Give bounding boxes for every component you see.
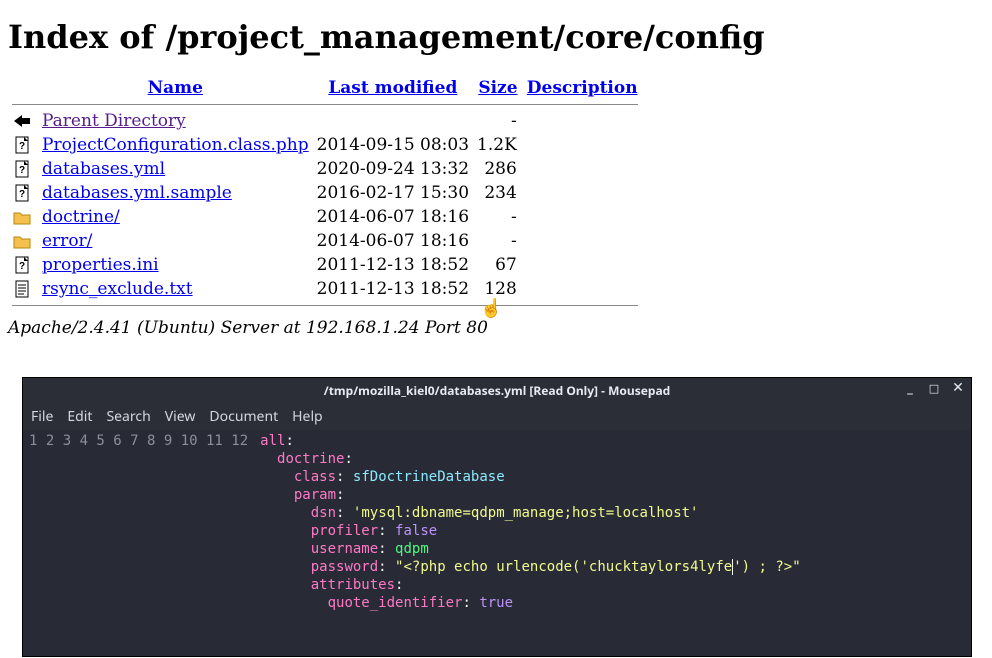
menu-file[interactable]: File xyxy=(31,407,53,426)
file-unknown-icon xyxy=(8,253,38,277)
table-row: databases.yml.sample 2016-02-17 15:30234 xyxy=(8,181,642,205)
file-date: 2011-12-13 18:52 xyxy=(313,277,473,301)
file-description xyxy=(523,133,642,157)
file-size: - xyxy=(473,205,523,229)
table-row: error/2014-06-07 18:16- xyxy=(8,229,642,253)
file-description xyxy=(523,205,642,229)
table-row: databases.yml 2020-09-24 13:32286 xyxy=(8,157,642,181)
menu-search[interactable]: Search xyxy=(106,407,150,426)
table-row: rsync_exclude.txt 2011-12-13 18:52128 xyxy=(8,277,642,301)
file-size: 286 xyxy=(473,157,523,181)
file-description xyxy=(523,181,642,205)
file-size: - xyxy=(473,229,523,253)
window-title: /tmp/mozilla_kiel0/databases.yml [Read O… xyxy=(324,382,671,399)
maximize-button[interactable]: □ xyxy=(925,380,943,396)
file-description xyxy=(523,277,642,301)
file-size: 234 xyxy=(473,181,523,205)
window-titlebar[interactable]: /tmp/mozilla_kiel0/databases.yml [Read O… xyxy=(23,378,971,402)
editor-area[interactable]: 1 2 3 4 5 6 7 8 9 10 11 12 all: doctrine… xyxy=(23,430,971,656)
menu-bar: File Edit Search View Document Help xyxy=(23,402,971,430)
code-content[interactable]: all: doctrine: class: sfDoctrineDatabase… xyxy=(254,430,807,656)
folder-icon xyxy=(8,205,38,229)
mousepad-window: /tmp/mozilla_kiel0/databases.yml [Read O… xyxy=(22,377,972,657)
file-link[interactable]: rsync_exclude.txt xyxy=(42,279,193,299)
header-icon xyxy=(8,76,38,100)
file-description xyxy=(523,109,642,133)
header-size[interactable]: Size xyxy=(473,76,523,100)
file-size: 128 xyxy=(473,277,523,301)
menu-view[interactable]: View xyxy=(165,407,196,426)
table-row: doctrine/2014-06-07 18:16- xyxy=(8,205,642,229)
file-link[interactable]: error/ xyxy=(42,231,92,251)
file-date: 2011-12-13 18:52 xyxy=(313,253,473,277)
file-size: 1.2K xyxy=(473,133,523,157)
file-date: 2020-09-24 13:32 xyxy=(313,157,473,181)
file-link[interactable]: ProjectConfiguration.class.php xyxy=(42,135,309,155)
file-description xyxy=(523,157,642,181)
file-description xyxy=(523,229,642,253)
back-icon xyxy=(8,109,38,133)
file-listing-table: Name Last modified Size Description Pare… xyxy=(8,76,642,310)
header-name[interactable]: Name xyxy=(38,76,313,100)
file-link[interactable]: Parent Directory xyxy=(42,111,186,131)
file-date: 2014-06-07 18:16 xyxy=(313,205,473,229)
table-row: ProjectConfiguration.class.php2014-09-15… xyxy=(8,133,642,157)
minimize-button[interactable]: _ xyxy=(901,380,919,396)
folder-icon xyxy=(8,229,38,253)
close-button[interactable]: ✕ xyxy=(949,380,967,396)
table-row: Parent Directory - xyxy=(8,109,642,133)
file-unknown-icon xyxy=(8,133,38,157)
line-gutter: 1 2 3 4 5 6 7 8 9 10 11 12 xyxy=(23,430,254,656)
directory-listing-page: Index of /project_management/core/config… xyxy=(0,0,992,346)
file-size: - xyxy=(473,109,523,133)
table-row: properties.ini 2011-12-13 18:5267 xyxy=(8,253,642,277)
file-unknown-icon xyxy=(8,181,38,205)
file-description xyxy=(523,253,642,277)
file-date: 2014-06-07 18:16 xyxy=(313,229,473,253)
file-date xyxy=(313,109,473,133)
file-link[interactable]: properties.ini xyxy=(42,255,159,275)
menu-help[interactable]: Help xyxy=(292,407,323,426)
file-link[interactable]: databases.yml.sample xyxy=(42,183,232,203)
page-title: Index of /project_management/core/config xyxy=(8,18,984,56)
file-link[interactable]: databases.yml xyxy=(42,159,165,179)
file-size: 67 xyxy=(473,253,523,277)
file-unknown-icon xyxy=(8,157,38,181)
file-date: 2016-02-17 15:30 xyxy=(313,181,473,205)
menu-edit[interactable]: Edit xyxy=(67,407,92,426)
header-description[interactable]: Description xyxy=(523,76,642,100)
header-modified[interactable]: Last modified xyxy=(313,76,473,100)
menu-document[interactable]: Document xyxy=(209,407,278,426)
header-row: Name Last modified Size Description xyxy=(8,76,642,100)
server-signature: Apache/2.4.41 (Ubuntu) Server at 192.168… xyxy=(8,318,984,338)
file-link[interactable]: doctrine/ xyxy=(42,207,120,227)
text-icon xyxy=(8,277,38,301)
file-date: 2014-09-15 08:03 xyxy=(313,133,473,157)
